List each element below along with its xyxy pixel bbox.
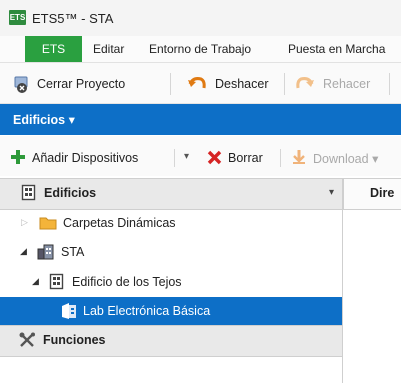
undo-label: Deshacer: [215, 77, 269, 91]
building-panel-icon: [21, 184, 36, 201]
tree-item-carpetas-dinamicas[interactable]: ▷ Carpetas Dinámicas: [0, 209, 342, 237]
close-project-label: Cerrar Proyecto: [37, 77, 126, 91]
tree-item-label: Lab Electrónica Básica: [83, 304, 211, 318]
tree-item-label: Carpetas Dinámicas: [63, 216, 176, 230]
tree-item-label: Edificio de los Tejos: [72, 275, 182, 289]
download-icon: [293, 150, 305, 164]
funciones-label: Funciones: [43, 333, 106, 347]
building-icon: [49, 273, 64, 290]
delete-label: Borrar: [228, 151, 263, 165]
close-project-icon: [14, 76, 28, 93]
tree-item-lab-electronica-basica[interactable]: Lab Electrónica Básica: [0, 297, 342, 325]
panel-dropdown-icon[interactable]: ▾: [329, 187, 334, 198]
project-building-icon: [37, 244, 54, 260]
tools-icon: [19, 332, 35, 347]
undo-icon: [188, 77, 206, 89]
toolbar-separator: [389, 73, 390, 95]
toolbar-separator: [284, 73, 285, 95]
address-column-label: Dire: [370, 186, 395, 200]
close-project-button[interactable]: Cerrar Proyecto: [13, 73, 183, 95]
redo-button[interactable]: Rehacer: [295, 73, 385, 95]
menu-editar[interactable]: Editar: [93, 42, 124, 56]
download-label: Download ▾: [313, 152, 379, 166]
toolbar-separator: [170, 73, 171, 95]
ets-app-icon: ETS: [9, 10, 26, 25]
expand-arrow-icon[interactable]: ▷: [21, 217, 28, 228]
delete-x-icon: [207, 150, 222, 165]
workspace-dropdown[interactable]: Edificios ▾: [13, 112, 75, 127]
window-title: ETS5™ - STA: [32, 11, 114, 26]
folder-icon: [39, 217, 57, 230]
add-devices-label: Añadir Dispositivos: [32, 151, 139, 165]
panel-divider[interactable]: [342, 178, 343, 383]
actionbar-separator: [280, 149, 281, 167]
menu-ets[interactable]: ETS: [25, 36, 82, 62]
delete-button[interactable]: Borrar: [207, 147, 277, 169]
collapse-arrow-icon[interactable]: ◢: [20, 246, 27, 257]
menu-entorno-de-trabajo[interactable]: Entorno de Trabajo: [149, 42, 251, 56]
add-devices-dropdown-icon[interactable]: ▾: [184, 151, 189, 162]
buildings-panel-title: Edificios: [44, 186, 97, 200]
undo-button[interactable]: Deshacer: [187, 73, 279, 95]
redo-icon: [296, 77, 314, 89]
download-button[interactable]: Download ▾: [291, 147, 401, 169]
redo-label: Rehacer: [323, 77, 371, 91]
plus-icon: [11, 150, 25, 164]
add-devices-button[interactable]: Añadir Dispositivos: [10, 147, 170, 169]
room-icon: [62, 303, 76, 319]
tree-item-edificio-de-los-tejos[interactable]: ◢ Edificio de los Tejos: [0, 268, 342, 296]
tree-item-label: STA: [61, 245, 85, 259]
menu-puesta-en-marcha[interactable]: Puesta en Marcha: [288, 42, 385, 56]
collapse-arrow-icon[interactable]: ◢: [32, 276, 39, 287]
tree-item-sta[interactable]: ◢ STA: [0, 238, 342, 266]
actionbar-separator: [174, 149, 175, 167]
